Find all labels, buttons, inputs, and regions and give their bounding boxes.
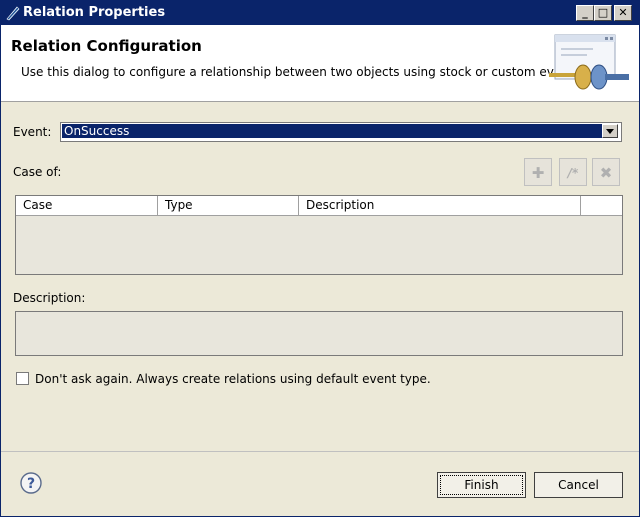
dont-ask-label[interactable]: Don't ask again. Always create relations… <box>35 372 431 386</box>
maximize-button[interactable]: □ <box>594 5 612 21</box>
event-selected-value[interactable]: OnSuccess <box>62 124 604 138</box>
event-dropdown-button[interactable] <box>602 124 618 138</box>
banner-title: Relation Configuration <box>11 37 202 55</box>
relation-properties-dialog: Relation Properties _ □ ✕ Relation Confi… <box>0 0 640 517</box>
column-header-case[interactable]: Case <box>16 196 158 215</box>
window-title: Relation Properties <box>23 5 166 20</box>
finish-button[interactable]: Finish <box>437 472 526 498</box>
description-label: Description: <box>13 291 86 305</box>
close-button[interactable]: ✕ <box>614 5 632 21</box>
case-table[interactable]: Case Type Description <box>15 195 623 275</box>
description-field[interactable] <box>15 311 623 356</box>
cancel-button[interactable]: Cancel <box>534 472 623 498</box>
case-table-header: Case Type Description <box>16 196 622 216</box>
event-label: Event: <box>13 125 52 139</box>
column-header-description[interactable]: Description <box>299 196 581 215</box>
plug-connection-icon <box>549 34 629 90</box>
help-glyph: ? <box>27 476 35 492</box>
event-select[interactable]: OnSuccess <box>60 122 622 142</box>
title-bar[interactable]: Relation Properties _ □ ✕ <box>1 1 639 25</box>
header-banner: Relation Configuration Use this dialog t… <box>1 25 639 102</box>
case-of-label: Case of: <box>13 165 62 179</box>
minimize-button[interactable]: _ <box>576 5 594 21</box>
help-icon[interactable]: ? <box>20 472 42 494</box>
column-header-type[interactable]: Type <box>158 196 299 215</box>
edit-case-button[interactable]: /* <box>559 158 587 186</box>
chevron-down-icon <box>606 129 614 134</box>
column-header-filler <box>581 196 622 215</box>
banner-description: Use this dialog to configure a relations… <box>21 65 574 79</box>
add-case-button[interactable]: ✚ <box>524 158 552 186</box>
app-feather-icon <box>6 6 20 21</box>
footer-divider <box>1 451 639 452</box>
delete-case-button[interactable]: ✖ <box>592 158 620 186</box>
dont-ask-checkbox[interactable] <box>16 372 29 385</box>
